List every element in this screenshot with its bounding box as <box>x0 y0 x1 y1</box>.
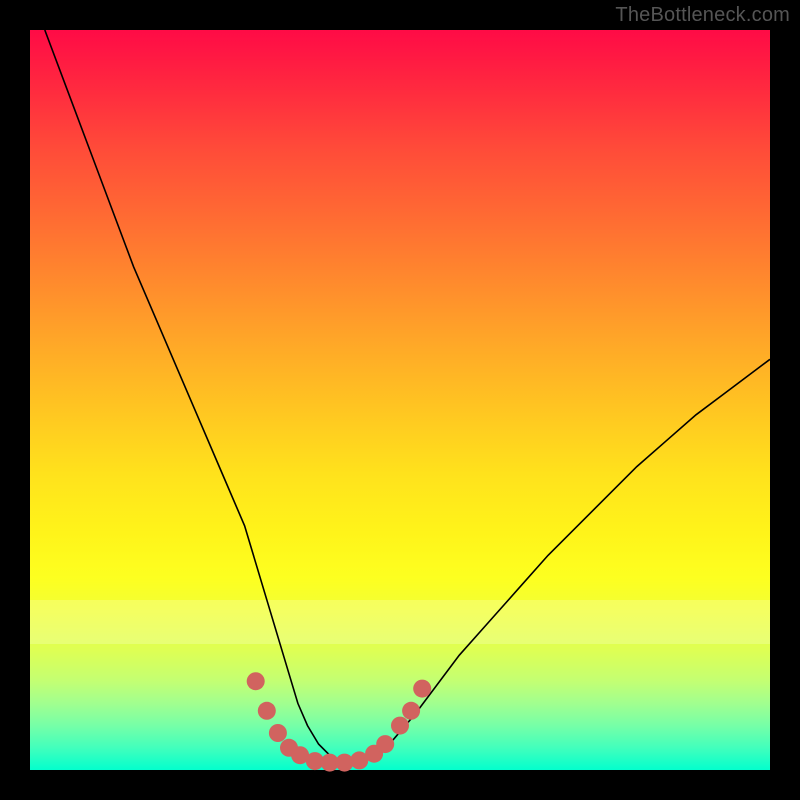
curve-marker <box>413 680 431 698</box>
curve-marker <box>269 724 287 742</box>
bottleneck-curve-line <box>45 30 770 763</box>
watermark-text: TheBottleneck.com <box>615 4 790 27</box>
chart-frame: TheBottleneck.com <box>0 0 800 800</box>
curve-marker <box>391 717 409 735</box>
curve-marker <box>376 735 394 753</box>
curve-marker <box>247 672 265 690</box>
curve-marker <box>258 702 276 720</box>
plot-area <box>30 30 770 770</box>
curve-markers <box>247 672 432 771</box>
curve-marker <box>402 702 420 720</box>
bottleneck-curve-svg <box>30 30 770 770</box>
